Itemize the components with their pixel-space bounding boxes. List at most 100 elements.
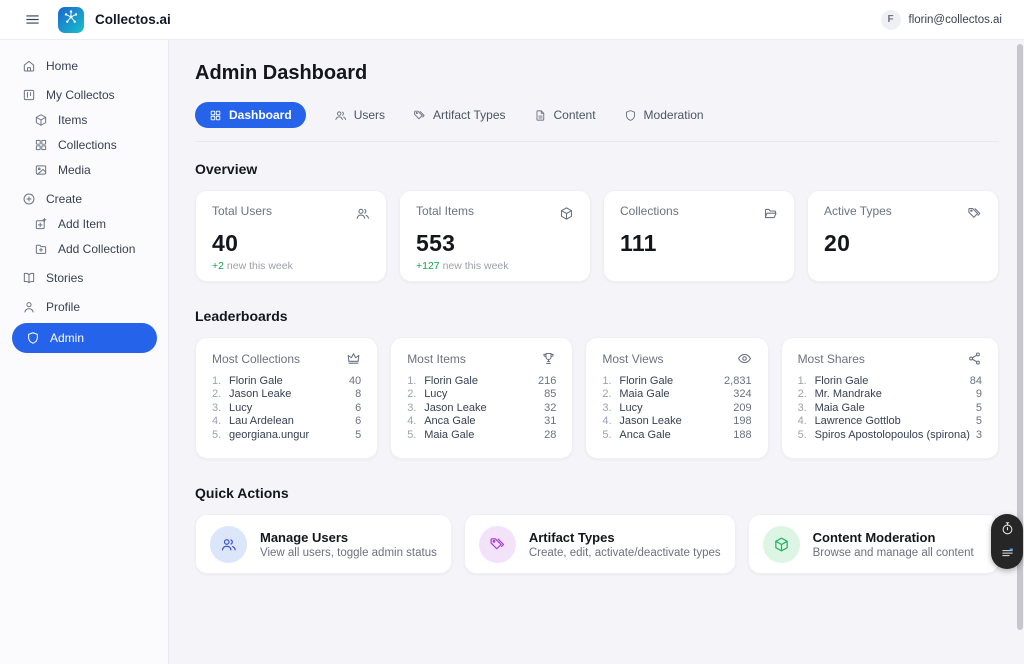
stat-delta: +2 new this week (212, 260, 370, 272)
app-body: Home My Collectos Items Collections Media Cre… (0, 40, 1024, 664)
leaderboard-row: 2.Maia Gale324 (602, 388, 751, 401)
top-bar: Collectos.ai F florin@collectos.ai (0, 0, 1024, 40)
leaderboard-row: 3.Jason Leake32 (407, 402, 556, 415)
book-icon (22, 271, 36, 285)
timer-icon (1000, 521, 1015, 539)
leaderboard-card-most-shares: Most Shares1.Florin Gale842.Mr. Mandrake… (781, 337, 999, 459)
leaderboard-row: 3.Lucy6 (212, 402, 361, 415)
user-name: Lucy (229, 402, 355, 415)
rank: 4. (407, 415, 424, 428)
shield-icon (26, 331, 40, 345)
metric-value: 5 (976, 415, 982, 428)
tab-artifact-types[interactable]: Artifact Types (413, 108, 505, 122)
sidebar-item-add-collection[interactable]: Add Collection (0, 236, 158, 261)
rank: 5. (798, 429, 815, 442)
leaderboard-row: 1.Florin Gale40 (212, 375, 361, 388)
box-icon (763, 526, 800, 563)
sidebar-item-label: Stories (46, 271, 83, 285)
tab-dashboard[interactable]: Dashboard (195, 102, 306, 128)
timer-button[interactable] (1000, 521, 1015, 539)
app-logo[interactable] (58, 7, 84, 33)
user-menu[interactable]: F florin@collectos.ai (881, 10, 1003, 30)
stat-card-collections: Collections111 (603, 190, 795, 282)
rank: 5. (212, 429, 229, 442)
menu-icon[interactable] (22, 9, 43, 30)
user-name: georgiana.ungur (229, 429, 355, 442)
user-name: Florin Gale (424, 375, 538, 388)
metric-value: 324 (733, 388, 751, 401)
list-settings-button[interactable] (1000, 545, 1015, 563)
tab-label: Users (354, 108, 385, 122)
tags-icon (967, 206, 982, 224)
trophy-icon (541, 351, 556, 366)
network-logo-icon (62, 8, 80, 31)
sidebar: Home My Collectos Items Collections Media Cre… (0, 40, 169, 664)
rank: 4. (602, 415, 619, 428)
quick-action-content-moderation[interactable]: Content ModerationBrowse and manage all … (748, 514, 999, 574)
metric-value: 216 (538, 375, 556, 388)
leaderboard-row: 3.Lucy209 (602, 402, 751, 415)
quick-action-manage-users[interactable]: Manage UsersView all users, toggle admin… (195, 514, 452, 574)
stat-card-total-items: Total Items553+127 new this week (399, 190, 591, 282)
sidebar-item-label: Add Collection (58, 242, 135, 256)
leaderboard-card-most-items: Most Items1.Florin Gale2162.Lucy853.Jaso… (390, 337, 573, 459)
leaderboard-row: 4.Lawrence Gottlob5 (798, 415, 982, 428)
leaderboard-rows: 1.Florin Gale2162.Lucy853.Jason Leake324… (407, 375, 556, 442)
user-name: Maia Gale (815, 402, 976, 415)
sidebar-item-label: Media (58, 163, 91, 177)
tab-label: Artifact Types (433, 108, 505, 122)
tags-icon (413, 109, 426, 122)
tab-label: Content (554, 108, 596, 122)
leaderboard-row: 2.Mr. Mandrake9 (798, 388, 982, 401)
sidebar-item-add-item[interactable]: Add Item (0, 211, 158, 236)
stat-label: Total Items (416, 204, 474, 218)
user-name: Jason Leake (229, 388, 355, 401)
metric-value: 32 (544, 402, 556, 415)
quick-actions-heading: Quick Actions (195, 485, 999, 501)
sidebar-item-label: My Collectos (46, 88, 115, 102)
user-name: Anca Gale (424, 415, 544, 428)
sidebar-item-items[interactable]: Items (0, 107, 158, 132)
user-email: florin@collectos.ai (909, 14, 1003, 26)
sidebar-item-create[interactable]: Create (0, 186, 158, 211)
file-icon (534, 109, 547, 122)
grid-icon (34, 138, 48, 152)
brand-name: Collectos.ai (95, 12, 171, 27)
leaderboards-section: Leaderboards Most Collections1.Florin Ga… (195, 308, 999, 459)
leaderboard-rows: 1.Florin Gale402.Jason Leake83.Lucy64.La… (212, 375, 361, 442)
sidebar-item-stories[interactable]: Stories (0, 265, 158, 290)
sidebar-item-profile[interactable]: Profile (0, 294, 158, 319)
sidebar-item-label: Create (46, 192, 82, 206)
tags-icon (479, 526, 516, 563)
tab-moderation[interactable]: Moderation (624, 108, 704, 122)
sidebar-item-my-collectos[interactable]: My Collectos (0, 82, 158, 107)
leaderboard-row: 5.Maia Gale28 (407, 429, 556, 442)
user-name: Maia Gale (619, 388, 733, 401)
user-name: Spiros Apostolopoulos (spirona) (815, 429, 976, 442)
list-settings-icon (1000, 545, 1015, 563)
leaderboard-card-most-collections: Most Collections1.Florin Gale402.Jason L… (195, 337, 378, 459)
tab-users[interactable]: Users (334, 108, 385, 122)
tab-content[interactable]: Content (534, 108, 596, 122)
user-name: Lucy (424, 388, 544, 401)
sidebar-item-label: Collections (58, 138, 117, 152)
quick-action-artifact-types[interactable]: Artifact TypesCreate, edit, activate/dea… (464, 514, 736, 574)
quick-action-subtitle: Create, edit, activate/deactivate types (529, 547, 721, 559)
leaderboard-row: 2.Jason Leake8 (212, 388, 361, 401)
metric-value: 84 (970, 375, 982, 388)
metric-value: 31 (544, 415, 556, 428)
sidebar-item-collections[interactable]: Collections (0, 132, 158, 157)
metric-value: 188 (733, 429, 751, 442)
rank: 2. (602, 388, 619, 401)
stat-label: Active Types (824, 204, 892, 218)
leaderboard-row: 1.Florin Gale84 (798, 375, 982, 388)
eye-icon (737, 351, 752, 366)
sidebar-item-admin[interactable]: Admin (12, 323, 157, 353)
user-name: Jason Leake (619, 415, 733, 428)
stat-card-active-types: Active Types20 (807, 190, 999, 282)
metric-value: 9 (976, 388, 982, 401)
stat-label: Total Users (212, 204, 272, 218)
sidebar-item-home[interactable]: Home (0, 53, 158, 78)
folder-plus-icon (34, 242, 48, 256)
sidebar-item-media[interactable]: Media (0, 157, 158, 182)
